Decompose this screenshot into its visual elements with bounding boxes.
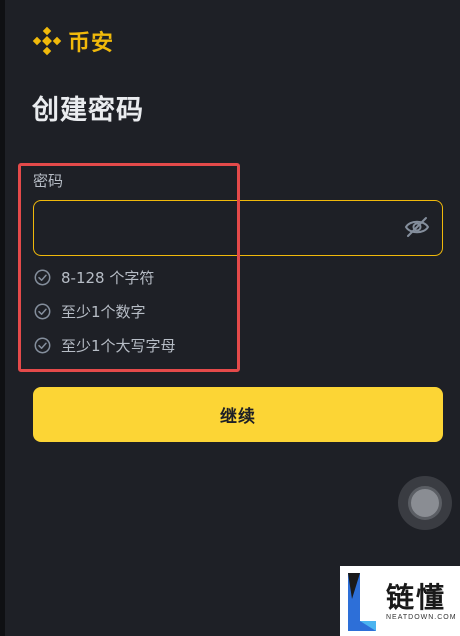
watermark-title: 链懂 (386, 580, 447, 614)
logo-text: 币安 (68, 31, 115, 56)
continue-button[interactable]: 继续 (33, 387, 443, 442)
watermark: 链懂 NEATDOWN.COM (340, 566, 460, 636)
assistive-touch-button[interactable] (398, 476, 452, 530)
binance-diamond-icon (32, 26, 62, 56)
highlight-annotation-box (18, 163, 240, 372)
left-edge-strip (0, 0, 5, 636)
watermark-subtitle: NEATDOWN.COM (386, 613, 457, 621)
eye-slash-icon[interactable] (404, 216, 430, 238)
binance-logo: 币安 (32, 25, 114, 57)
page-title: 创建密码 (32, 95, 144, 126)
assistive-touch-inner (408, 486, 442, 520)
watermark-l-logo-icon (348, 573, 376, 631)
